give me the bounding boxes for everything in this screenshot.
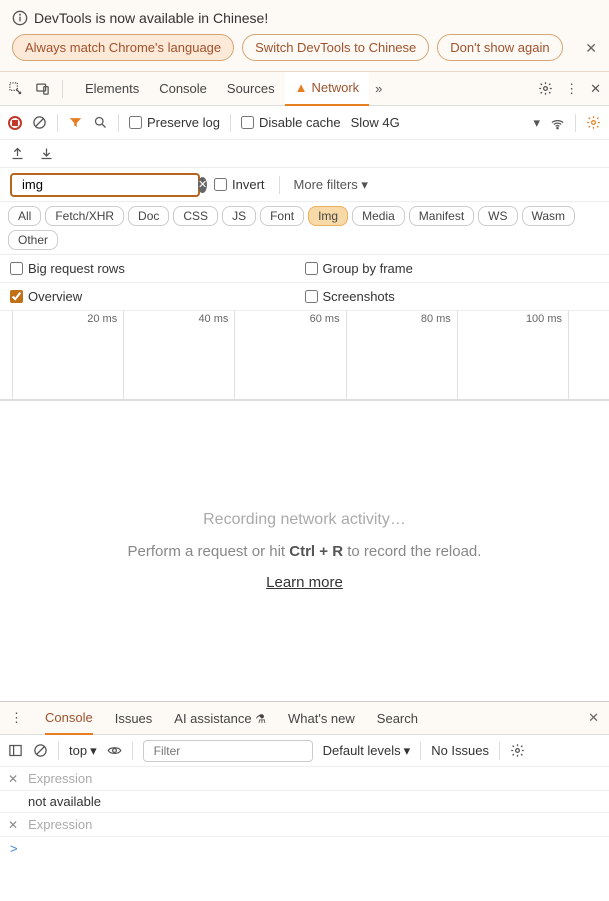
type-filter-manifest[interactable]: Manifest [409, 206, 474, 226]
tab-network[interactable]: ▲ Network [285, 71, 370, 106]
console-sidebar-icon[interactable] [8, 743, 23, 758]
type-filter-fetch-xhr[interactable]: Fetch/XHR [45, 206, 124, 226]
type-filter-wasm[interactable]: Wasm [522, 206, 576, 226]
drawer-tab-search[interactable]: Search [377, 703, 418, 734]
type-filter-row: AllFetch/XHRDocCSSJSFontImgMediaManifest… [0, 202, 609, 255]
har-bar [0, 140, 609, 168]
invert-checkbox[interactable]: Invert [214, 177, 265, 192]
timeline-tick: 40 ms [124, 311, 235, 399]
expression-result: not available [0, 791, 609, 813]
dont-show-button[interactable]: Don't show again [437, 34, 562, 61]
banner-close-icon[interactable]: ✕ [585, 40, 597, 57]
options-row2: Overview Screenshots [0, 283, 609, 311]
type-filter-img[interactable]: Img [308, 206, 348, 226]
console-prompt[interactable]: > [0, 837, 609, 860]
console-settings-icon[interactable] [510, 743, 525, 758]
drawer-tabs: ⋮ Console Issues AI assistance ⚗ What's … [0, 701, 609, 735]
drawer-tab-whatsnew[interactable]: What's new [288, 703, 355, 734]
console-filter-input[interactable] [143, 740, 313, 762]
filter-toggle-icon[interactable] [68, 115, 83, 130]
inspect-icon[interactable] [8, 81, 23, 96]
warning-icon: ▲ [295, 80, 308, 95]
context-selector[interactable]: top ▾ [69, 743, 97, 759]
overview-checkbox[interactable]: Overview [10, 289, 305, 304]
drawer-tab-issues[interactable]: Issues [115, 703, 153, 734]
disable-cache-checkbox[interactable]: Disable cache [241, 115, 341, 130]
network-conditions-icon[interactable] [550, 115, 565, 130]
timeline-tick: 100 ms [458, 311, 569, 399]
type-filter-doc[interactable]: Doc [128, 206, 169, 226]
network-toolbar: Preserve log Disable cache Slow 4G ▾ [0, 106, 609, 140]
remove-expression-icon[interactable]: ✕ [8, 818, 18, 832]
match-language-button[interactable]: Always match Chrome's language [12, 34, 234, 61]
expression-row-2: ✕ Expression [0, 813, 609, 837]
tab-console[interactable]: Console [149, 72, 217, 105]
timeline-overview[interactable]: 20 ms40 ms60 ms80 ms100 ms [0, 311, 609, 401]
banner-title-text: DevTools is now available in Chinese! [34, 10, 268, 26]
no-issues-label[interactable]: No Issues [431, 743, 489, 758]
console-toolbar: top ▾ Default levels ▾ No Issues [0, 735, 609, 767]
expression-placeholder[interactable]: Expression [28, 817, 92, 832]
flask-icon: ⚗ [255, 712, 266, 726]
expression-placeholder[interactable]: Expression [28, 771, 92, 786]
group-frame-checkbox[interactable]: Group by frame [305, 261, 600, 276]
network-empty-state: Recording network activity… Perform a re… [0, 401, 609, 701]
options-row1: Big request rows Group by frame [0, 255, 609, 283]
learn-more-link[interactable]: Learn more [266, 574, 343, 591]
more-tabs-icon[interactable]: » [375, 81, 382, 96]
filter-input-wrap[interactable]: ✕ [10, 173, 200, 197]
export-har-icon[interactable] [10, 146, 25, 161]
recording-text: Recording network activity… [20, 511, 589, 529]
type-filter-ws[interactable]: WS [478, 206, 517, 226]
tab-sources[interactable]: Sources [217, 72, 285, 105]
type-filter-all[interactable]: All [8, 206, 41, 226]
language-banner: DevTools is now available in Chinese! Al… [0, 0, 609, 72]
main-tabs-bar: Elements Console Sources ▲ Network » ⋮ ✕ [0, 72, 609, 106]
drawer-menu-icon[interactable]: ⋮ [10, 710, 23, 726]
drawer-tab-ai[interactable]: AI assistance ⚗ [174, 703, 266, 734]
clear-icon[interactable] [32, 115, 47, 130]
throttle-label: Slow 4G [351, 115, 400, 130]
record-button[interactable] [8, 116, 22, 130]
big-rows-checkbox[interactable]: Big request rows [10, 261, 305, 276]
clear-filter-icon[interactable]: ✕ [198, 177, 207, 193]
throttle-dropdown-icon[interactable]: ▾ [533, 115, 540, 131]
network-settings-icon[interactable] [586, 115, 601, 130]
clear-console-icon[interactable] [33, 743, 48, 758]
live-expression-icon[interactable] [107, 743, 122, 758]
more-filters-dropdown[interactable]: More filters ▾ [294, 177, 368, 193]
remove-expression-icon[interactable]: ✕ [8, 772, 18, 786]
settings-icon[interactable] [538, 81, 553, 96]
close-devtools-icon[interactable]: ✕ [590, 81, 601, 97]
timeline-tick: 60 ms [235, 311, 346, 399]
import-har-icon[interactable] [39, 146, 54, 161]
type-filter-other[interactable]: Other [8, 230, 58, 250]
type-filter-font[interactable]: Font [260, 206, 304, 226]
search-icon[interactable] [93, 115, 108, 130]
type-filter-css[interactable]: CSS [173, 206, 218, 226]
tab-elements[interactable]: Elements [75, 72, 149, 105]
info-icon [12, 10, 28, 26]
type-filter-js[interactable]: JS [222, 206, 256, 226]
kebab-menu-icon[interactable]: ⋮ [565, 81, 578, 97]
switch-chinese-button[interactable]: Switch DevTools to Chinese [242, 34, 429, 61]
filter-input[interactable] [22, 177, 198, 192]
timeline-tick: 20 ms [13, 311, 124, 399]
type-filter-media[interactable]: Media [352, 206, 405, 226]
preserve-log-checkbox[interactable]: Preserve log [129, 115, 220, 130]
device-icon[interactable] [35, 81, 50, 96]
filter-bar: ✕ Invert More filters ▾ [0, 168, 609, 202]
drawer-close-icon[interactable]: ✕ [588, 710, 599, 726]
log-levels-dropdown[interactable]: Default levels ▾ [323, 743, 411, 759]
expression-row-1: ✕ Expression [0, 767, 609, 791]
screenshots-checkbox[interactable]: Screenshots [305, 289, 600, 304]
timeline-tick: 80 ms [347, 311, 458, 399]
drawer-tab-console[interactable]: Console [45, 702, 93, 735]
